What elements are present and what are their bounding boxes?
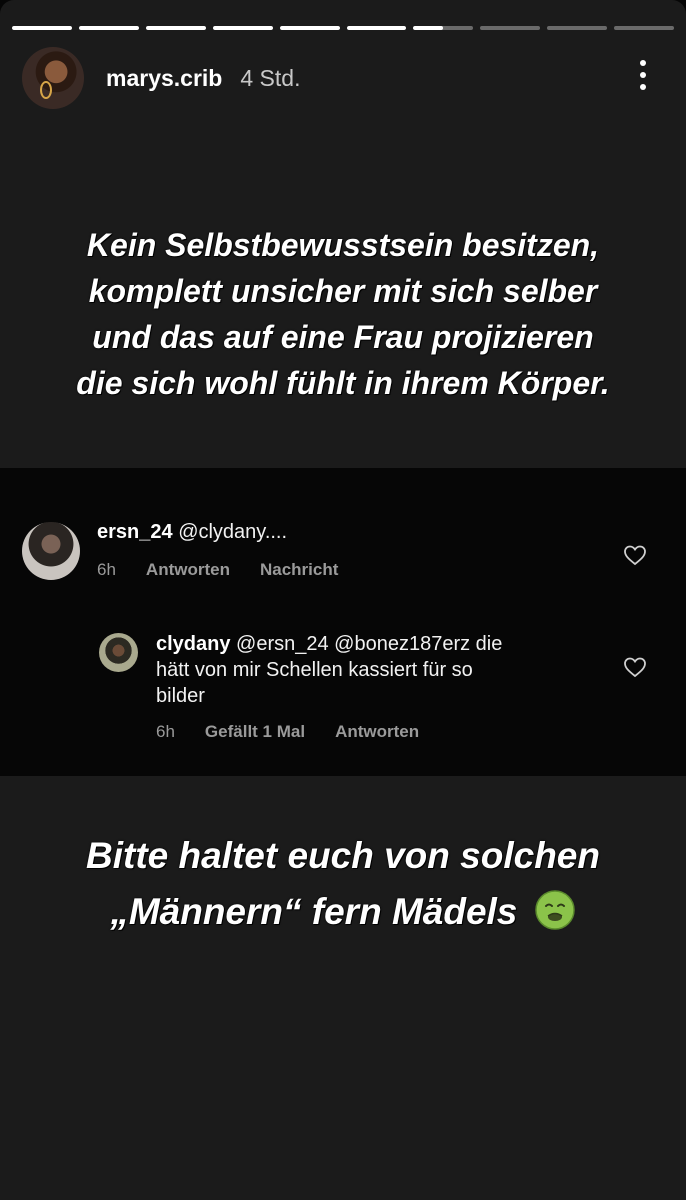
like-heart-icon[interactable] (623, 543, 647, 567)
likes-count[interactable]: Gefällt 1 Mal (205, 722, 305, 742)
story-text-line: „Männern“ fern Mädels (110, 891, 518, 932)
progress-segment (12, 26, 72, 30)
story-timestamp: 4 Std. (240, 64, 301, 91)
story-text-top: Kein Selbstbewusstsein besitzen, komplet… (0, 222, 686, 406)
story-text-line: die sich wohl fühlt in ihrem Körper. (76, 365, 610, 401)
progress-segment (78, 26, 139, 30)
story-text-line: und das auf eine Frau projizieren (92, 319, 594, 355)
profile-avatar[interactable] (22, 47, 84, 109)
story-text-line-with-emoji: „Männern“ fern Mädels (0, 884, 686, 940)
comment-content-line: bilder (156, 685, 205, 707)
story-text-line: komplett unsicher mit sich selber (88, 273, 598, 309)
nauseated-face-icon (534, 890, 575, 930)
progress-segment (145, 26, 206, 30)
comment-text: clydany @ersn_24 @bonez187erz die hätt v… (156, 631, 576, 709)
progress-segment (212, 26, 273, 30)
comment-age: 6h (97, 560, 116, 579)
story-header: marys.crib 4 Std. (22, 46, 300, 110)
story-viewer: marys.crib 4 Std. Kein Selbstbewusstsein… (0, 0, 686, 1200)
comment-username[interactable]: ersn_24 (97, 521, 173, 543)
reply-button[interactable]: Antworten (335, 722, 419, 742)
story-text-line: Bitte haltet euch von solchen (86, 835, 600, 876)
story-username[interactable]: marys.crib (106, 65, 222, 92)
comment-content: @clydany.... (178, 521, 288, 543)
story-text-bottom: Bitte haltet euch von solchen „Männern“ … (0, 828, 686, 940)
progress-segment (279, 26, 340, 30)
story-text-line: Kein Selbstbewusstsein besitzen, (86, 227, 600, 263)
comment-meta: 6h Gefällt 1 Mal Antworten (156, 722, 419, 742)
progress-segment (547, 26, 608, 30)
comment-age: 6h (156, 722, 175, 741)
progress-segment (413, 26, 474, 30)
reply-button[interactable]: Antworten (146, 560, 230, 580)
commenter-avatar[interactable] (22, 522, 80, 580)
comment-username[interactable]: clydany (156, 633, 230, 655)
story-progress-bar (12, 26, 675, 30)
progress-segment (614, 26, 675, 30)
comment-meta: 6h Antworten Nachricht (97, 560, 338, 580)
like-heart-icon[interactable] (623, 655, 647, 679)
commenter-avatar[interactable] (99, 633, 138, 672)
progress-segment (346, 26, 407, 30)
comment-content-line: @ersn_24 @bonez187erz die (236, 633, 503, 655)
story-top-panel: marys.crib 4 Std. Kein Selbstbewusstsein… (0, 0, 686, 468)
comment-text: ersn_24 @clydany.... (97, 519, 287, 545)
message-button[interactable]: Nachricht (260, 560, 338, 580)
comment-content-line: hätt von mir Schellen kassiert für so (156, 659, 473, 681)
more-options-icon[interactable] (638, 60, 648, 96)
progress-segment (480, 26, 541, 30)
